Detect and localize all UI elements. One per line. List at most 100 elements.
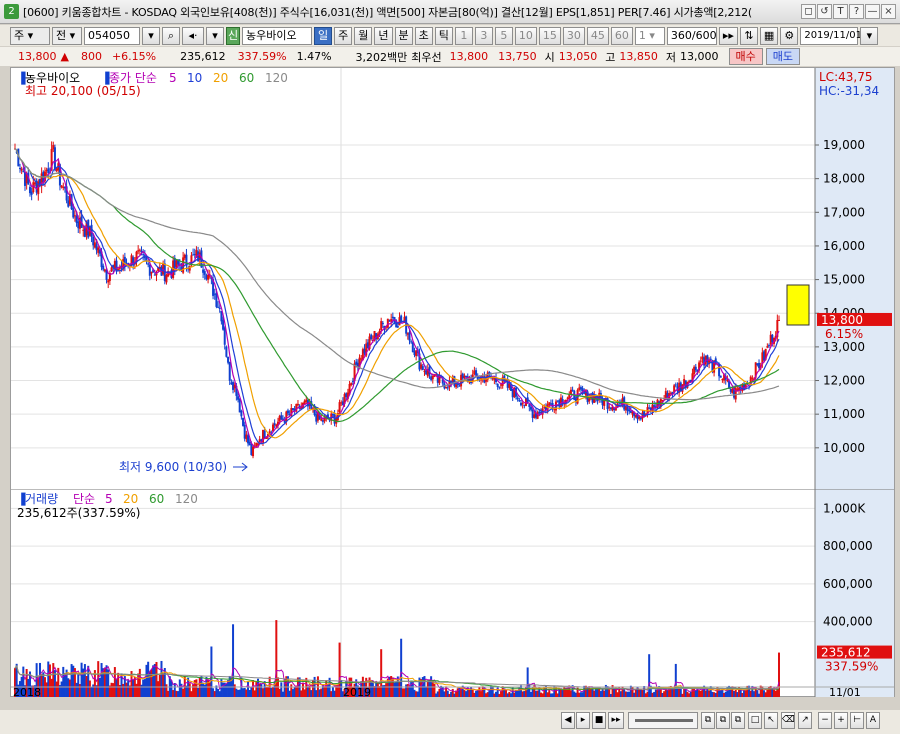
price-range-box bbox=[786, 284, 810, 326]
candle-body bbox=[148, 264, 151, 276]
low-label: 저 bbox=[665, 50, 677, 64]
candle-body bbox=[203, 271, 206, 275]
font-size-icon[interactable]: A bbox=[866, 712, 880, 729]
candle-body bbox=[768, 345, 771, 347]
prev-stock-icon[interactable]: ◂· bbox=[182, 26, 204, 45]
candle-body bbox=[117, 268, 120, 270]
high-label: 고 bbox=[605, 50, 616, 64]
text-tool-icon[interactable]: T bbox=[833, 4, 848, 19]
compare-icon[interactable]: ⇅ bbox=[739, 26, 758, 45]
candle-body bbox=[225, 346, 228, 357]
stop-icon[interactable]: ■ bbox=[592, 712, 606, 729]
open-label: 시 bbox=[544, 50, 555, 64]
scroll-thumb[interactable] bbox=[635, 719, 693, 722]
scroll-track[interactable] bbox=[628, 712, 698, 729]
zoom-out-icon[interactable]: − bbox=[818, 712, 832, 729]
price-tick-label: 17,000 bbox=[823, 205, 865, 219]
interval-5-button[interactable]: 5 bbox=[494, 26, 513, 45]
candle-body bbox=[516, 397, 519, 400]
volume-tick-label: 600,000 bbox=[823, 577, 873, 591]
candle-body bbox=[350, 382, 353, 386]
range-apply-icon[interactable]: ▸▸ bbox=[718, 26, 738, 45]
stock-label: 농우바이오 bbox=[25, 71, 80, 85]
candle-body bbox=[719, 375, 722, 378]
ma-legend-60: 60 bbox=[239, 71, 254, 85]
restore-window-icon[interactable]: ◻ bbox=[801, 4, 816, 19]
fit-icon[interactable]: □ bbox=[748, 712, 762, 729]
volume-tick-label: 1,000K bbox=[823, 501, 866, 515]
volume-legend-title: 거래량 bbox=[25, 492, 58, 506]
range-field[interactable]: 360/600 bbox=[666, 26, 717, 45]
interval-15-button[interactable]: 15 bbox=[538, 26, 561, 45]
candle-body bbox=[227, 356, 230, 363]
scroll-left-icon[interactable]: ◀ bbox=[561, 712, 575, 729]
fast-forward-icon[interactable]: ▸▸ bbox=[608, 712, 624, 729]
interval-45-button[interactable]: 45 bbox=[586, 26, 609, 45]
change-value: 800 bbox=[80, 50, 102, 63]
x-label-2019: 2019 bbox=[343, 686, 371, 697]
ma-legend-20: 20 bbox=[213, 71, 228, 85]
buy-button[interactable]: 매수 bbox=[728, 48, 763, 65]
interval-10-button[interactable]: 10 bbox=[514, 26, 537, 45]
eraser-icon[interactable]: ⌫ bbox=[781, 712, 795, 729]
restore-icon[interactable]: ⧉ bbox=[731, 712, 745, 729]
interval-tick-button[interactable]: 틱 bbox=[434, 26, 453, 45]
interval-1-button[interactable]: 1 bbox=[454, 26, 473, 45]
code-dropdown-icon[interactable]: ▾ bbox=[142, 26, 160, 45]
candle-body bbox=[421, 366, 424, 371]
minimize-icon[interactable]: — bbox=[865, 4, 880, 19]
volume-value: 235,612 bbox=[180, 50, 226, 63]
more-icon[interactable]: ▾ bbox=[206, 26, 224, 45]
turnover-value: 1.47% bbox=[296, 50, 332, 63]
date-field[interactable]: 2019/11/01 bbox=[800, 26, 862, 45]
candle-body bbox=[228, 361, 231, 381]
chart-type-select[interactable]: 전 ▾ bbox=[52, 26, 82, 45]
chart-area[interactable]: 19,00018,00017,00016,00015,00014,00013,0… bbox=[10, 67, 895, 697]
refresh-icon[interactable]: ↺ bbox=[817, 4, 832, 19]
interval-day-button[interactable]: 일 bbox=[314, 26, 333, 45]
new-listing-badge: 신 bbox=[226, 26, 240, 45]
window-titlebar: 2 [0600] 키움종합차트 - KOSDAQ 외국인보유[408(천)] 주… bbox=[0, 0, 900, 24]
current-volume-label: 235,612 bbox=[821, 646, 871, 660]
candle-body bbox=[381, 322, 384, 325]
ma-legend-prefix: 종가 단순 bbox=[109, 71, 157, 85]
close-icon[interactable]: × bbox=[881, 4, 896, 19]
count-select[interactable]: 1 ▾ bbox=[634, 26, 665, 45]
zoom-window-icon[interactable]: ⧉ bbox=[701, 712, 715, 729]
price-chart[interactable]: 19,00018,00017,00016,00015,00014,00013,0… bbox=[11, 68, 894, 489]
current-volume-pct: 337.59% bbox=[825, 660, 878, 674]
candle-body bbox=[20, 168, 23, 171]
interval-week-button[interactable]: 주 bbox=[334, 26, 353, 45]
split-icon[interactable]: ⧉ bbox=[716, 712, 730, 729]
draw-icon[interactable]: ↗ bbox=[798, 712, 812, 729]
step-back-icon[interactable]: ▸ bbox=[576, 712, 590, 729]
lc-label: LC:43,75 bbox=[819, 70, 872, 84]
interval-year-button[interactable]: 년 bbox=[374, 26, 393, 45]
help-icon[interactable]: ? bbox=[849, 4, 864, 19]
search-icon[interactable]: ⌕ bbox=[162, 26, 180, 45]
candle-body bbox=[408, 332, 411, 341]
zoom-in-icon[interactable]: + bbox=[834, 712, 848, 729]
interval-60-button[interactable]: 60 bbox=[610, 26, 633, 45]
calendar-icon[interactable]: ▾ bbox=[860, 26, 879, 45]
axis-icon[interactable]: ⊢ bbox=[850, 712, 864, 729]
candle-body bbox=[694, 366, 697, 371]
candle-body bbox=[571, 389, 574, 391]
sell-button[interactable]: 매도 bbox=[765, 48, 801, 65]
cursor-icon[interactable]: ↖ bbox=[764, 712, 778, 729]
volume-chart[interactable]: 1,000K800,000600,000400,000▐ 거래량 단순 5 20 60 12… bbox=[11, 489, 894, 697]
interval-minute-button[interactable]: 분 bbox=[394, 26, 413, 45]
stock-code-input[interactable]: 054050 bbox=[84, 26, 140, 45]
save-icon[interactable]: ▦ bbox=[759, 26, 779, 45]
ma-legend-5: 5 bbox=[169, 71, 177, 85]
candle-body bbox=[380, 321, 383, 331]
candle-body bbox=[588, 398, 591, 402]
interval-30-button[interactable]: 30 bbox=[562, 26, 585, 45]
interval-3-button[interactable]: 3 bbox=[474, 26, 493, 45]
interval-month-button[interactable]: 월 bbox=[354, 26, 373, 45]
period-select[interactable]: 주 ▾ bbox=[10, 26, 50, 45]
interval-second-button[interactable]: 초 bbox=[414, 26, 433, 45]
moving-average-line-20 bbox=[14, 148, 780, 439]
candle-body bbox=[296, 403, 299, 406]
settings-icon[interactable]: ⚙ bbox=[780, 26, 799, 45]
